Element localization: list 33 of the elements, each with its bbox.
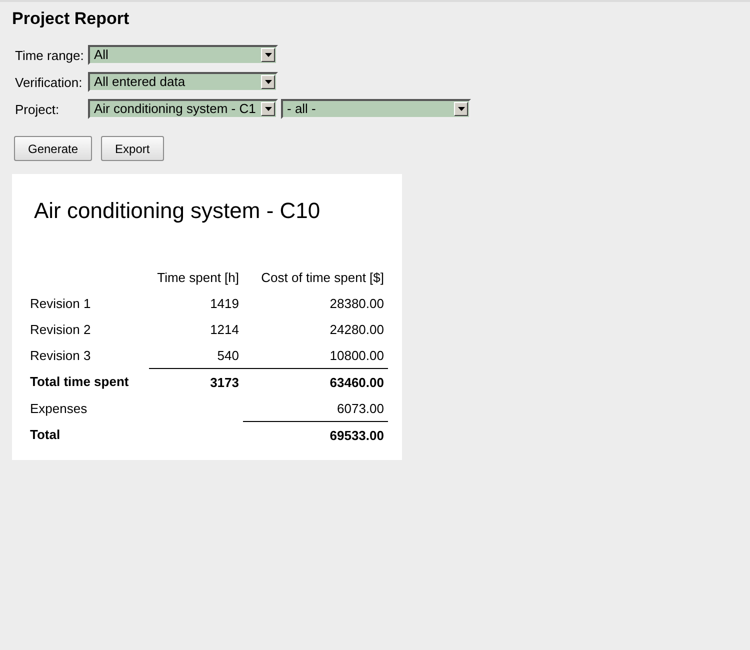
dropdown[interactable]: - all - (281, 99, 471, 119)
dropdown-arrow-icon (458, 107, 464, 111)
table-cell: 3173 (210, 374, 239, 390)
dropdown[interactable]: Air conditioning system - C1 (88, 99, 278, 119)
dropdown-arrow-icon (264, 80, 272, 84)
row-label: Revision 1 (30, 296, 91, 310)
row-label: Total (30, 427, 60, 442)
table-cell: 28380.00 (330, 296, 384, 310)
action-button[interactable]: Export (101, 136, 164, 161)
table-cell: 1214 (210, 322, 239, 336)
table-cell: 1419 (210, 296, 239, 310)
table-cell: 10800.00 (330, 348, 384, 362)
row-label: Expenses (30, 400, 88, 416)
filter-label: Project: (15, 102, 60, 116)
column-header: Time spent [h] (157, 270, 239, 284)
table-cell: 63460.00 (330, 374, 384, 390)
action-button[interactable]: Generate (14, 136, 92, 161)
dropdown[interactable]: All entered data (88, 72, 278, 92)
table-cell: 24280.00 (330, 322, 384, 336)
table-cell: 6073.00 (337, 400, 384, 416)
row-label: Revision 2 (30, 322, 91, 336)
dropdown-arrow-icon (264, 107, 272, 111)
dropdown[interactable]: All (88, 45, 278, 65)
dropdown-arrow-icon (264, 53, 272, 57)
row-label: Total time spent (30, 374, 129, 390)
filter-label: Time range: (15, 48, 85, 62)
table-cell: 540 (217, 348, 239, 362)
row-label: Revision 3 (30, 348, 91, 363)
page-title: Project Report (11, 8, 130, 29)
filter-label: Verification: (15, 74, 84, 90)
report-title: Air conditioning system - C10 (34, 198, 322, 224)
column-header: Cost of time spent [$] (261, 270, 384, 284)
table-cell: 69533.00 (330, 428, 384, 442)
